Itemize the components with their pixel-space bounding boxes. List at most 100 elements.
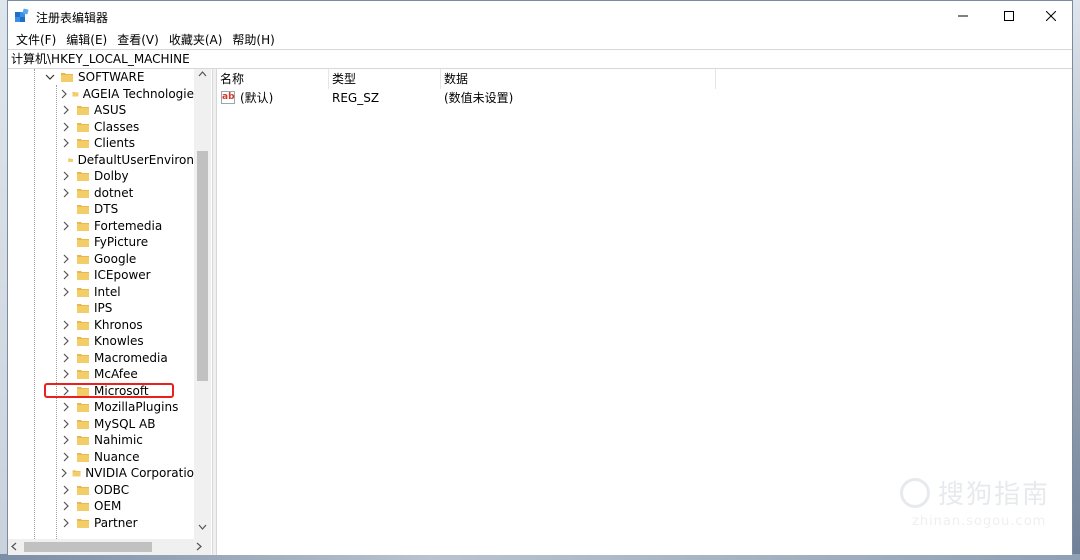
chevron-right-icon[interactable] [60, 170, 72, 182]
minimize-button[interactable] [940, 1, 986, 31]
tree-item-label: Classes [94, 119, 140, 134]
folder-icon [77, 205, 89, 215]
chevron-right-icon[interactable] [60, 401, 72, 413]
tree-horizontal-scrollbar[interactable] [8, 539, 211, 555]
close-button[interactable] [1028, 1, 1074, 31]
menu-edit[interactable]: 编辑(E) [61, 31, 112, 49]
desktop-edge-right [1073, 0, 1080, 560]
key-tree-pane: SOFTWARE AGEIA Technologie ASUS Classes Cli… [8, 69, 212, 555]
scroll-up-icon[interactable] [198, 71, 207, 77]
tree-item[interactable]: Macromedia [8, 350, 194, 367]
tree-item[interactable]: Classes [8, 119, 194, 136]
chevron-right-icon[interactable] [60, 434, 72, 446]
tree-item[interactable]: Fortemedia [8, 218, 194, 235]
value-data[interactable]: (数值未设置) [444, 89, 513, 107]
tree-item[interactable]: Dolby [8, 168, 194, 185]
tree-item-label: Nuance [94, 449, 140, 464]
column-header-name[interactable]: 名称 [217, 69, 329, 89]
title-bar[interactable]: 注册表编辑器 [8, 1, 1072, 31]
chevron-right-icon[interactable] [60, 484, 72, 496]
chevron-right-icon[interactable] [60, 368, 72, 380]
tree-item[interactable]: FyPicture [8, 234, 194, 251]
tree-item[interactable]: Nahimic [8, 432, 194, 449]
column-header-data[interactable]: 数据 [441, 69, 716, 89]
chevron-right-icon[interactable] [60, 88, 68, 100]
tree-item[interactable]: dotnet [8, 185, 194, 202]
menu-favorites[interactable]: 收藏夹(A) [164, 31, 228, 49]
menu-help[interactable]: 帮助(H) [227, 31, 279, 49]
scroll-left-icon[interactable] [11, 542, 17, 551]
scroll-right-icon[interactable] [196, 542, 202, 551]
maximize-button[interactable] [986, 1, 1032, 31]
tree-item-label: Fortemedia [94, 218, 163, 233]
chevron-right-icon[interactable] [60, 352, 72, 364]
tree-item-label: Intel [94, 284, 121, 299]
tree-item[interactable]: DefaultUserEnviron [8, 152, 194, 169]
chevron-right-icon[interactable] [60, 418, 72, 430]
value-name[interactable]: (默认) [240, 89, 273, 107]
tree-item[interactable]: McAfee [8, 366, 194, 383]
minimize-icon [958, 15, 968, 17]
chevron-down-icon[interactable] [44, 71, 56, 83]
tree-item-label: ASUS [94, 103, 127, 118]
tree-item[interactable]: MySQL AB [8, 416, 194, 433]
tree-item[interactable]: AGEIA Technologie [8, 86, 194, 103]
folder-icon [77, 139, 89, 149]
tree-item[interactable]: Google [8, 251, 194, 268]
chevron-right-icon[interactable] [60, 467, 68, 479]
chevron-right-icon[interactable] [60, 500, 72, 512]
horizontal-scroll-thumb[interactable] [24, 542, 152, 552]
chevron-right-icon[interactable] [60, 286, 72, 298]
vertical-scroll-thumb[interactable] [197, 151, 208, 381]
chevron-right-icon[interactable] [60, 335, 72, 347]
column-header-type[interactable]: 类型 [329, 69, 441, 89]
tree-item[interactable]: MozillaPlugins [8, 399, 194, 416]
tree-item[interactable]: OEM [8, 498, 194, 515]
folder-icon [77, 353, 89, 363]
chevron-right-icon[interactable] [60, 104, 72, 116]
scroll-down-icon[interactable] [198, 524, 207, 530]
tree-item[interactable]: IPS [8, 300, 194, 317]
tree-item[interactable]: Khronos [8, 317, 194, 334]
tree-item[interactable]: Intel [8, 284, 194, 301]
folder-icon [77, 254, 89, 264]
menu-view[interactable]: 查看(V) [112, 31, 164, 49]
tree-item[interactable]: Partner [8, 515, 194, 532]
tree-item-label: OEM [94, 499, 122, 514]
folder-icon [77, 485, 89, 495]
tree-item[interactable]: ASUS [8, 102, 194, 119]
chevron-right-icon[interactable] [60, 253, 72, 265]
chevron-right-icon[interactable] [60, 187, 72, 199]
menu-file[interactable]: 文件(F) [11, 31, 61, 49]
tree-item[interactable]: ODBC [8, 482, 194, 499]
folder-icon [77, 221, 89, 231]
value-type[interactable]: REG_SZ [332, 89, 379, 107]
tree-item[interactable]: Nuance [8, 449, 194, 466]
folder-icon [77, 370, 89, 380]
chevron-right-icon[interactable] [60, 451, 72, 463]
tree-item-label: FyPicture [94, 235, 149, 250]
chevron-right-icon[interactable] [60, 319, 72, 331]
tree-item[interactable]: DTS [8, 201, 194, 218]
chevron-right-icon[interactable] [60, 220, 72, 232]
tree-item[interactable]: ICEpower [8, 267, 194, 284]
chevron-right-icon[interactable] [60, 517, 72, 529]
tree-item-label: MySQL AB [94, 416, 156, 431]
tree-item[interactable]: Clients [8, 135, 194, 152]
folder-open-icon [61, 73, 73, 83]
chevron-right-icon[interactable] [60, 121, 72, 133]
tree-item-software[interactable]: SOFTWARE [8, 69, 194, 86]
folder-icon [72, 470, 81, 477]
address-bar[interactable]: 计算机\HKEY_LOCAL_MACHINE [8, 49, 1072, 69]
folder-icon [77, 518, 89, 528]
folder-icon [72, 91, 79, 97]
watermark-logo-icon [900, 478, 930, 508]
tree-vertical-scrollbar[interactable] [194, 69, 211, 539]
tree-item[interactable]: Knowles [8, 333, 194, 350]
registry-editor-icon [15, 8, 29, 22]
key-tree: SOFTWARE AGEIA Technologie ASUS Classes Cli… [8, 69, 194, 539]
chevron-right-icon[interactable] [60, 137, 72, 149]
chevron-right-icon[interactable] [60, 269, 72, 281]
tree-item[interactable]: NVIDIA Corporatio [8, 465, 194, 482]
